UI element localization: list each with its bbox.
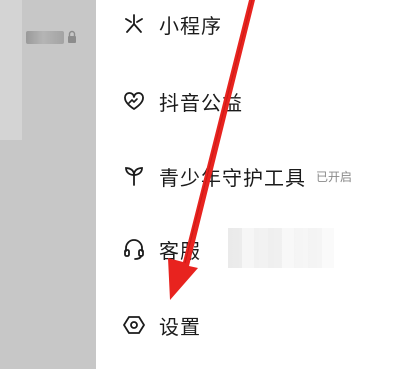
red-arrow-annotation	[168, 0, 263, 300]
